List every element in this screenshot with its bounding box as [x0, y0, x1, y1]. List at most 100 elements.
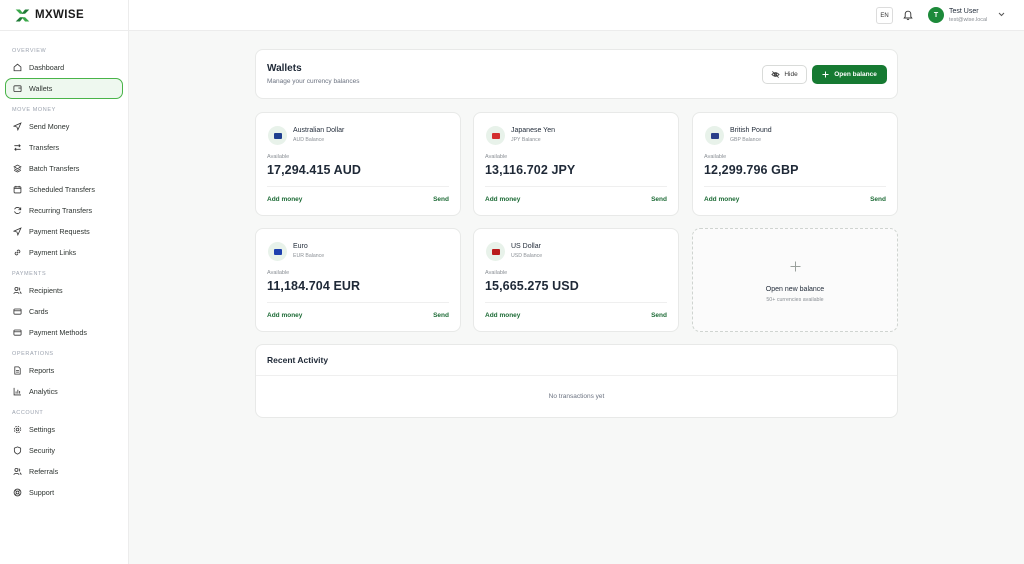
- home-icon: [13, 63, 22, 72]
- send-button[interactable]: Send: [870, 196, 886, 203]
- sidebar-item-recipients[interactable]: Recipients: [5, 280, 123, 301]
- add-money-button[interactable]: Add money: [485, 312, 520, 319]
- hide-button[interactable]: Hide: [762, 65, 807, 84]
- logo[interactable]: MXWISE: [0, 0, 128, 31]
- currency-name: US Dollar: [511, 243, 541, 250]
- sidebar-item-label: Wallets: [29, 84, 53, 93]
- transfer-icon: [13, 143, 22, 152]
- divider: [485, 302, 667, 303]
- chevron-down-icon[interactable]: [998, 12, 1005, 17]
- sidebar-section-label: OPERATIONS: [12, 351, 54, 357]
- flag-icon: [486, 242, 505, 261]
- sidebar-item-payment-methods[interactable]: Payment Methods: [5, 322, 123, 343]
- sidebar-item-label: Send Money: [29, 122, 70, 131]
- document-icon: [13, 366, 22, 375]
- send-icon: [13, 227, 22, 236]
- flag-icon: [705, 126, 724, 145]
- open-new-balance-card[interactable]: Open new balance 50+ currencies availabl…: [692, 228, 898, 332]
- sidebar-section-label: MOVE MONEY: [12, 107, 56, 113]
- user-name[interactable]: Test User: [949, 8, 979, 15]
- plus-icon: [822, 71, 829, 78]
- send-button[interactable]: Send: [651, 312, 667, 319]
- balance-label: JPY Balance: [511, 137, 541, 143]
- sidebar-item-reports[interactable]: Reports: [5, 360, 123, 381]
- sidebar-item-wallets[interactable]: Wallets: [5, 78, 123, 99]
- sidebar-item-label: Payment Methods: [29, 328, 87, 337]
- sidebar-item-settings[interactable]: Settings: [5, 419, 123, 440]
- currency-name: Japanese Yen: [511, 127, 555, 134]
- new-balance-title: Open new balance: [765, 286, 825, 293]
- bell-icon[interactable]: [903, 10, 913, 21]
- balance-amount: 13,116.702 JPY: [485, 163, 576, 177]
- sidebar-item-cards[interactable]: Cards: [5, 301, 123, 322]
- currency-name: British Pound: [730, 127, 772, 134]
- open-balance-button[interactable]: Open balance: [812, 65, 887, 84]
- send-button[interactable]: Send: [433, 312, 449, 319]
- wallet-card[interactable]: Euro EUR Balance Available 11,184.704 EUR Ad…: [255, 228, 461, 332]
- divider: [485, 186, 667, 187]
- wallet-card[interactable]: Japanese Yen JPY Balance Available 13,116.7…: [473, 112, 679, 216]
- available-label: Available: [704, 154, 727, 160]
- stack-icon: [13, 164, 22, 173]
- sidebar-item-support[interactable]: Support: [5, 482, 123, 503]
- available-label: Available: [267, 154, 290, 160]
- chart-icon: [13, 387, 22, 396]
- available-label: Available: [267, 270, 290, 276]
- send-button[interactable]: Send: [433, 196, 449, 203]
- card-icon: [13, 328, 22, 337]
- sidebar-section-label: ACCOUNT: [12, 410, 44, 416]
- wallet-icon: [13, 84, 22, 93]
- sidebar-item-label: Payment Requests: [29, 227, 90, 236]
- balance-label: EUR Balance: [293, 253, 325, 259]
- sidebar-item-send-money[interactable]: Send Money: [5, 116, 123, 137]
- card-icon: [13, 307, 22, 316]
- balance-label: GBP Balance: [730, 137, 762, 143]
- sidebar-item-transfers[interactable]: Transfers: [5, 137, 123, 158]
- add-money-button[interactable]: Add money: [267, 312, 302, 319]
- sidebar-item-analytics[interactable]: Analytics: [5, 381, 123, 402]
- logo-icon: [15, 9, 30, 21]
- users-icon: [13, 467, 22, 476]
- sidebar-item-recurring-transfers[interactable]: Recurring Transfers: [5, 200, 123, 221]
- open-balance-label: Open balance: [834, 71, 877, 78]
- available-label: Available: [485, 270, 508, 276]
- sidebar-item-referrals[interactable]: Referrals: [5, 461, 123, 482]
- wallet-card[interactable]: US Dollar USD Balance Available 15,665.275 …: [473, 228, 679, 332]
- new-balance-subtitle: 50+ currencies available: [766, 297, 824, 303]
- flag-icon: [268, 242, 287, 261]
- add-money-button[interactable]: Add money: [485, 196, 520, 203]
- sidebar-nav: OVERVIEW Dashboard Wallets MOVE MONEY Send M…: [0, 31, 128, 503]
- sidebar-item-payment-requests[interactable]: Payment Requests: [5, 221, 123, 242]
- sidebar-item-batch-transfers[interactable]: Batch Transfers: [5, 158, 123, 179]
- sidebar-item-payment-links[interactable]: Payment Links: [5, 242, 123, 263]
- language-selector[interactable]: EN: [876, 7, 893, 24]
- top-header: EN T Test User test@wise.local: [129, 0, 1024, 31]
- sidebar-item-label: Security: [29, 446, 55, 455]
- divider: [267, 186, 449, 187]
- balance-label: AUD Balance: [293, 137, 325, 143]
- balance-amount: 11,184.704 EUR: [267, 279, 361, 293]
- sidebar-section-label: PAYMENTS: [12, 271, 47, 277]
- wallet-card[interactable]: British Pound GBP Balance Available 12,299.…: [692, 112, 898, 216]
- avatar[interactable]: T: [928, 7, 944, 23]
- sidebar-item-label: Scheduled Transfers: [29, 185, 95, 194]
- add-money-button[interactable]: Add money: [704, 196, 739, 203]
- balance-amount: 12,299.796 GBP: [704, 163, 799, 177]
- add-money-button[interactable]: Add money: [267, 196, 302, 203]
- flag-icon: [268, 126, 287, 145]
- sidebar-item-label: Cards: [29, 307, 49, 316]
- sidebar-item-label: Dashboard: [29, 63, 65, 72]
- send-button[interactable]: Send: [651, 196, 667, 203]
- sidebar-item-dashboard[interactable]: Dashboard: [5, 57, 123, 78]
- divider: [256, 375, 897, 376]
- currency-name: Euro: [293, 243, 308, 250]
- wallet-card[interactable]: Australian Dollar AUD Balance Available 17,…: [255, 112, 461, 216]
- brand-name: MXWISE: [35, 9, 85, 21]
- lifebuoy-icon: [13, 488, 22, 497]
- hide-label: Hide: [784, 71, 798, 78]
- flag-icon: [486, 126, 505, 145]
- sidebar-item-scheduled-transfers[interactable]: Scheduled Transfers: [5, 179, 123, 200]
- sidebar-item-security[interactable]: Security: [5, 440, 123, 461]
- divider: [704, 186, 886, 187]
- sidebar-item-label: Recipients: [29, 286, 63, 295]
